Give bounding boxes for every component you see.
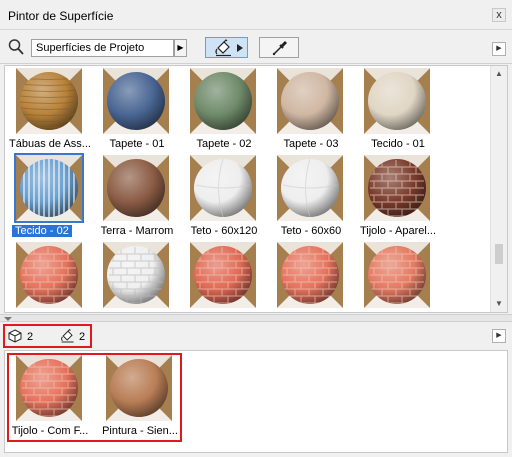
material-label: Tapete - 03 (283, 138, 339, 150)
material-tile[interactable] (93, 242, 181, 312)
material-label: Tijolo - Com F... (11, 425, 89, 437)
material-tile[interactable]: Pintura - Sien... (96, 355, 184, 443)
material-tile[interactable]: Tapete - 03 (267, 68, 355, 156)
counts-more-button[interactable]: ▶ (492, 329, 506, 343)
material-tile[interactable]: Tapete - 01 (93, 68, 181, 156)
material-tile[interactable]: Tecido - 01 (354, 68, 442, 156)
material-swatch[interactable] (190, 155, 256, 221)
material-swatch[interactable] (103, 155, 169, 221)
scroll-up-arrow[interactable]: ▲ (491, 66, 507, 82)
material-tile[interactable]: Tecido - 02 (6, 153, 94, 243)
material-swatch[interactable] (14, 153, 84, 223)
cube-icon (8, 329, 22, 343)
material-label: Terra - Marrom (100, 225, 174, 237)
close-button[interactable]: x (492, 8, 506, 22)
eyedropper-icon (272, 40, 288, 56)
material-tile[interactable]: Teto - 60x60 (267, 155, 355, 243)
material-label: Tapete - 02 (196, 138, 252, 150)
material-tile[interactable]: Tapete - 02 (180, 68, 268, 156)
title-bar: Pintor de Superfície x (0, 0, 512, 30)
material-swatch[interactable] (16, 68, 82, 134)
material-tile[interactable] (180, 242, 268, 312)
material-tile[interactable]: Terra - Marrom (93, 155, 181, 243)
material-label: Pintura - Sien... (102, 425, 178, 437)
material-tile[interactable]: Teto - 60x120 (180, 155, 268, 243)
material-label: Teto - 60x120 (190, 225, 258, 237)
toolbar: Superfícies de Projeto ▶ ▶ (0, 31, 512, 64)
material-swatch[interactable] (364, 155, 430, 221)
material-tile[interactable]: Tijolo - Com F... (6, 355, 94, 443)
paint-bucket-icon (61, 328, 74, 343)
window-title: Pintor de Superfície (8, 9, 114, 23)
material-grid: ▲ ▼ Tábuas de Ass... Tapete - 01 Tapete … (4, 65, 508, 313)
material-tile[interactable] (6, 242, 94, 312)
material-swatch[interactable] (16, 355, 82, 421)
search-icon (8, 39, 24, 55)
material-swatch[interactable] (277, 68, 343, 134)
paint-bucket-icon (215, 39, 231, 57)
material-tile[interactable] (267, 242, 355, 312)
panel-splitter[interactable] (0, 314, 512, 322)
toolbar-more-button[interactable]: ▶ (492, 42, 506, 56)
material-label: Tijolo - Aparel... (359, 225, 436, 237)
material-label: Tecido - 02 (12, 225, 72, 237)
material-swatch[interactable] (364, 242, 430, 308)
eyedropper-button[interactable] (259, 37, 299, 58)
surface-count: 2 (79, 331, 86, 343)
material-swatch[interactable] (190, 242, 256, 308)
paint-mode-button[interactable] (205, 37, 248, 58)
material-label: Tábuas de Ass... (9, 138, 91, 150)
material-swatch[interactable] (103, 68, 169, 134)
scrollbar-thumb[interactable] (495, 244, 503, 264)
material-label: Tecido - 01 (371, 138, 425, 150)
material-swatch[interactable] (103, 242, 169, 308)
material-label: Teto - 60x60 (280, 225, 342, 237)
search-input[interactable]: Superfícies de Projeto (31, 39, 174, 57)
counts-highlight: 2 2 (3, 324, 92, 348)
collapse-arrow-icon[interactable] (4, 317, 12, 321)
material-swatch[interactable] (190, 68, 256, 134)
material-swatch[interactable] (277, 242, 343, 308)
selection-counts-bar: 2 2 ▶ (0, 323, 512, 350)
scroll-down-arrow[interactable]: ▼ (491, 296, 507, 312)
used-surfaces-panel: Tijolo - Com F... Pintura - Sien... (4, 350, 508, 453)
material-tile[interactable]: Tábuas de Ass... (6, 68, 94, 156)
material-swatch[interactable] (277, 155, 343, 221)
material-tile[interactable]: Tijolo - Aparel... (354, 155, 442, 243)
material-tile[interactable] (354, 242, 442, 312)
material-swatch[interactable] (364, 68, 430, 134)
dropdown-arrow-icon (237, 44, 243, 52)
search-go-button[interactable]: ▶ (174, 39, 187, 57)
element-count: 2 (27, 331, 34, 343)
material-swatch[interactable] (106, 355, 172, 421)
material-label: Tapete - 01 (109, 138, 165, 150)
vertical-scrollbar[interactable]: ▲ ▼ (490, 66, 507, 312)
material-swatch[interactable] (16, 242, 82, 308)
